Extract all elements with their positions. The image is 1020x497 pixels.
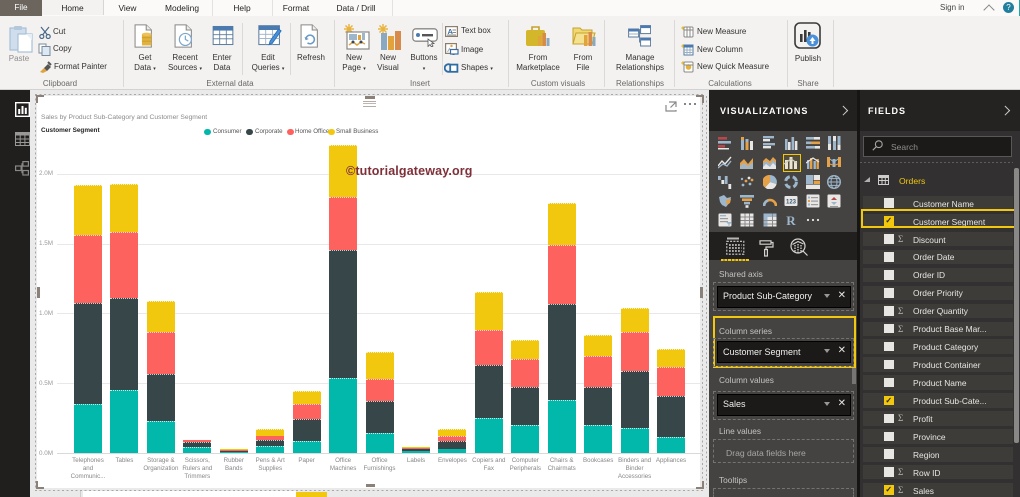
svg-text:123: 123 <box>786 199 797 205</box>
svg-text:R: R <box>786 213 796 227</box>
